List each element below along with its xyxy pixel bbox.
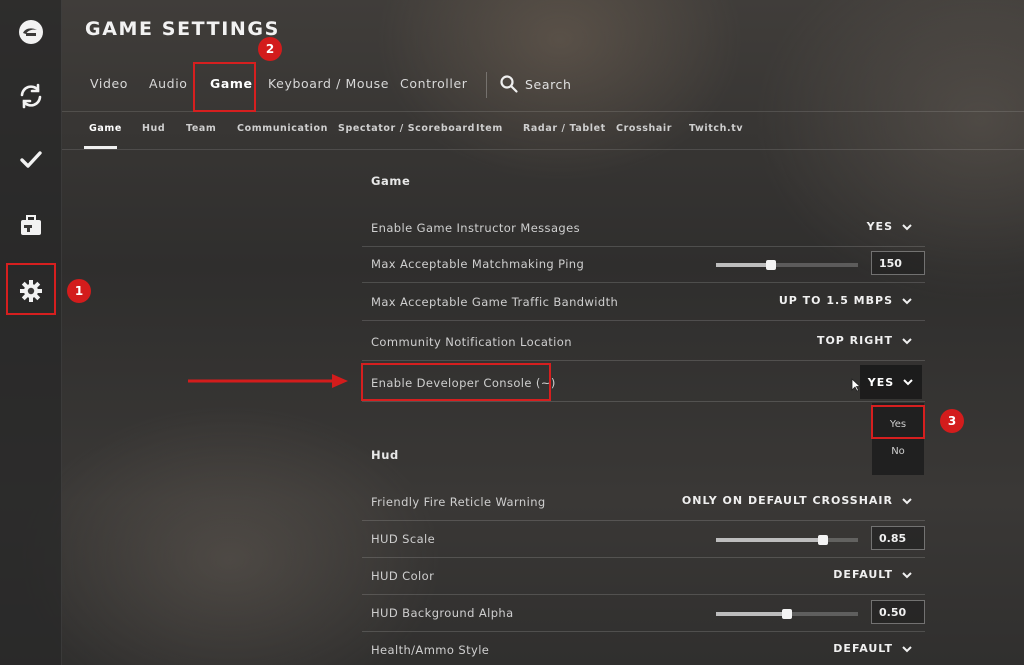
slider-handle[interactable]	[782, 609, 792, 619]
developer-console-dropdown[interactable]: YES	[860, 365, 922, 399]
section-title-game: Game	[371, 174, 411, 188]
search-icon	[500, 75, 518, 93]
setting-label: Health/Ammo Style	[371, 643, 490, 657]
setting-row[interactable]: HUD Background Alpha 0.50	[362, 595, 925, 632]
setting-label: HUD Color	[371, 569, 435, 583]
setting-row[interactable]: Community Notification Location TOP RIGH…	[362, 324, 925, 361]
chevron-down-icon	[902, 645, 912, 652]
setting-dropdown[interactable]: YES	[867, 220, 913, 233]
chevron-down-icon	[902, 497, 912, 504]
slider-handle[interactable]	[766, 260, 777, 270]
dropdown-value: DEFAULT	[833, 568, 893, 581]
setting-row[interactable]: Enable Game Instructor Messages YES	[362, 210, 925, 247]
ping-value-input[interactable]: 150	[871, 251, 925, 275]
subtab-radar-tablet[interactable]: Radar / Tablet	[523, 123, 606, 134]
active-subtab-underline	[84, 146, 117, 149]
hud-alpha-value-input[interactable]: 0.50	[871, 600, 925, 624]
setting-row[interactable]: Max Acceptable Game Traffic Bandwidth UP…	[362, 284, 925, 321]
tab-divider	[486, 72, 487, 98]
subtab-crosshair[interactable]: Crosshair	[616, 123, 672, 134]
highlight-settings	[6, 263, 56, 315]
search-button[interactable]: Search	[499, 74, 572, 94]
ping-slider[interactable]	[716, 260, 858, 270]
setting-label: Max Acceptable Matchmaking Ping	[371, 257, 585, 271]
chevron-down-icon	[903, 379, 913, 386]
refresh-icon[interactable]	[0, 68, 62, 124]
highlight-game-tab	[193, 62, 256, 112]
setting-row[interactable]: HUD Scale 0.85	[362, 521, 925, 558]
hud-alpha-slider[interactable]	[716, 609, 858, 619]
tab-keyboard-mouse[interactable]: Keyboard / Mouse	[268, 76, 389, 91]
setting-label: HUD Scale	[371, 532, 436, 546]
setting-label: Enable Game Instructor Messages	[371, 221, 580, 235]
setting-dropdown[interactable]: TOP RIGHT	[817, 334, 913, 347]
slider-fill	[716, 612, 787, 616]
setting-row[interactable]: Health/Ammo Style DEFAULT	[362, 632, 925, 665]
slider-fill	[716, 538, 823, 542]
subtab-game[interactable]: Game	[89, 123, 122, 134]
step-badge-1: 1	[67, 279, 91, 303]
subtab-spectator-scoreboard[interactable]: Spectator / Scoreboard	[338, 123, 475, 134]
slider-fill	[716, 263, 772, 267]
dropdown-value: YES	[867, 375, 895, 389]
tab-audio[interactable]: Audio	[149, 76, 188, 91]
subtab-hud[interactable]: Hud	[142, 123, 165, 134]
setting-dropdown[interactable]: DEFAULT	[833, 642, 913, 655]
logo-icon[interactable]	[0, 4, 62, 60]
setting-row[interactable]: Friendly Fire Reticle Warning ONLY ON DE…	[362, 484, 925, 521]
setting-label: Community Notification Location	[371, 335, 572, 349]
subtab-team[interactable]: Team	[186, 123, 216, 134]
subtab-item[interactable]: Item	[476, 123, 503, 134]
setting-label: HUD Background Alpha	[371, 606, 514, 620]
setting-row[interactable]: Max Acceptable Matchmaking Ping 150	[362, 246, 925, 283]
mouse-cursor-icon	[851, 378, 861, 392]
dropdown-value: ONLY ON DEFAULT CROSSHAIR	[681, 494, 893, 507]
sub-tabs: Game Hud Team Communication Spectator / …	[62, 112, 1024, 150]
chevron-down-icon	[902, 223, 912, 230]
page-title: GAME SETTINGS	[85, 18, 280, 40]
highlight-yes-option	[871, 405, 925, 439]
chevron-down-icon	[902, 337, 912, 344]
tab-video[interactable]: Video	[90, 76, 128, 91]
chevron-down-icon	[902, 571, 912, 578]
arrow-annotation-icon	[188, 374, 348, 388]
tab-controller[interactable]: Controller	[400, 76, 468, 91]
subtab-twitch-tv[interactable]: Twitch.tv	[689, 123, 743, 134]
hud-scale-slider[interactable]	[716, 535, 858, 545]
setting-dropdown[interactable]: DEFAULT	[833, 568, 913, 581]
sidebar	[0, 0, 62, 665]
step-badge-3: 3	[940, 409, 964, 433]
dropdown-value: YES	[866, 220, 893, 233]
checkmark-icon[interactable]	[0, 132, 62, 188]
search-label: Search	[525, 76, 572, 92]
hud-scale-value-input[interactable]: 0.85	[871, 526, 925, 550]
slider-handle[interactable]	[817, 535, 828, 545]
dropdown-value: DEFAULT	[833, 642, 893, 655]
setting-label: Max Acceptable Game Traffic Bandwidth	[371, 295, 619, 309]
setting-dropdown[interactable]: ONLY ON DEFAULT CROSSHAIR	[682, 494, 913, 507]
dropdown-value: UP TO 1.5 MBPS	[778, 294, 893, 307]
step-badge-2: 2	[258, 37, 282, 61]
chevron-down-icon	[902, 297, 912, 304]
dropdown-value: TOP RIGHT	[816, 334, 893, 347]
subtab-communication[interactable]: Communication	[237, 123, 328, 134]
setting-dropdown[interactable]: UP TO 1.5 MBPS	[779, 294, 913, 307]
inventory-briefcase-icon[interactable]	[0, 198, 62, 254]
setting-label: Friendly Fire Reticle Warning	[371, 495, 546, 509]
highlight-developer-console	[361, 363, 551, 401]
dropdown-option-no[interactable]: No	[872, 446, 924, 457]
setting-row[interactable]: HUD Color DEFAULT	[362, 558, 925, 595]
section-title-hud: Hud	[371, 448, 399, 462]
